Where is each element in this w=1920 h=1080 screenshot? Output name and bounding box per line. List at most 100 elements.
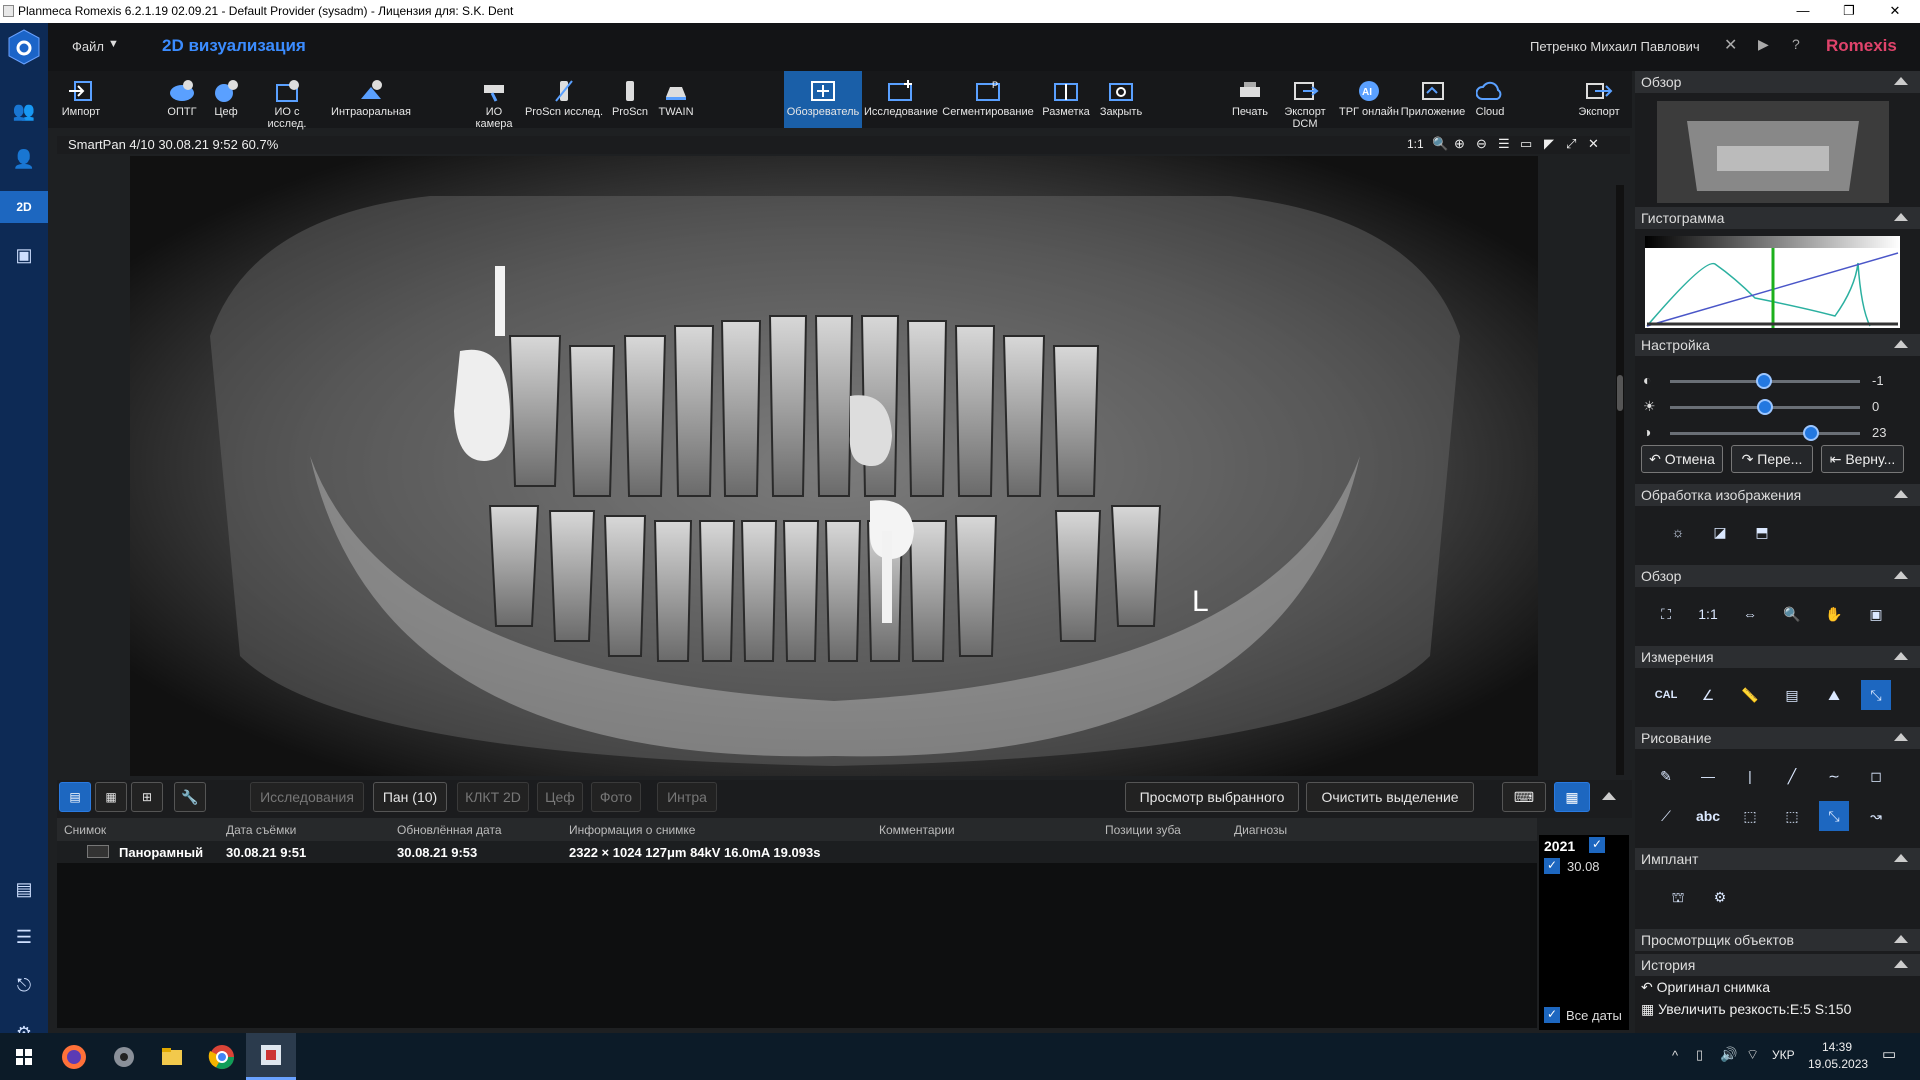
implant-header[interactable]: Имплант bbox=[1635, 848, 1920, 870]
zoom-out-icon[interactable]: ⊖ bbox=[1476, 136, 1487, 152]
panoramic-xray-image[interactable]: L bbox=[130, 156, 1538, 776]
history-header[interactable]: История bbox=[1635, 954, 1920, 976]
proscan-button[interactable]: ProScn bbox=[610, 71, 650, 128]
overview-thumbnail[interactable] bbox=[1657, 101, 1889, 203]
explorer-icon[interactable] bbox=[154, 1039, 190, 1075]
view-selected-button[interactable]: Просмотр выбранного bbox=[1125, 782, 1299, 812]
curve-icon[interactable]: ∼ bbox=[1819, 761, 1849, 791]
clock-time[interactable]: 14:39 bbox=[1822, 1040, 1852, 1054]
maximize-button[interactable]: ❐ bbox=[1826, 0, 1872, 23]
enhance-icon[interactable]: ☼ bbox=[1663, 517, 1693, 547]
density-icon[interactable]: ▤ bbox=[1777, 680, 1807, 710]
minimize-button[interactable]: — bbox=[1780, 0, 1826, 23]
keyboard-icon[interactable]: ⌨ bbox=[1502, 782, 1546, 812]
chevron-down-icon[interactable]: ▼ bbox=[108, 38, 119, 50]
2d-icon[interactable]: 2D bbox=[0, 191, 48, 223]
collapse-icon[interactable] bbox=[1894, 854, 1908, 862]
workflow-icon[interactable]: ▤ bbox=[8, 873, 40, 905]
all-dates-checkbox[interactable]: ✓ bbox=[1544, 1007, 1560, 1023]
tab-studies[interactable]: Исследования bbox=[250, 782, 364, 812]
close-window-button[interactable]: ✕ bbox=[1872, 0, 1918, 23]
file-menu[interactable]: Файл bbox=[72, 39, 104, 54]
pin-icon[interactable]: ◤ bbox=[1544, 136, 1554, 152]
histogram-chart[interactable] bbox=[1645, 236, 1900, 328]
screen-icon[interactable]: ▣ bbox=[1861, 599, 1891, 629]
history-item[interactable]: ↶ Оригинал снимка bbox=[1641, 979, 1770, 996]
close-image-button[interactable]: Закрыть bbox=[1096, 71, 1146, 128]
firefox-icon[interactable] bbox=[56, 1039, 92, 1075]
comment-icon[interactable]: ▭ bbox=[1520, 136, 1532, 152]
slider-knob[interactable] bbox=[1757, 399, 1773, 415]
viewer-scrollbar[interactable] bbox=[1616, 185, 1624, 775]
intraoral-study-button[interactable]: ИО с исслед. bbox=[254, 71, 320, 130]
profile-icon[interactable]: ⛰ bbox=[1819, 680, 1849, 710]
export-button[interactable]: Экспорт bbox=[1576, 71, 1622, 128]
zoom-in-icon[interactable]: ⊕ bbox=[1454, 136, 1465, 152]
filter-icon[interactable]: ◪ bbox=[1705, 517, 1735, 547]
grid-large-button[interactable]: ⊞ bbox=[131, 782, 163, 812]
table-row[interactable]: Панорамный 30.08.21 9:51 30.08.21 9:53 2… bbox=[57, 841, 1537, 863]
scale-1to1-button[interactable]: 1:1 bbox=[1407, 137, 1424, 151]
app-gear-icon[interactable] bbox=[106, 1039, 142, 1075]
close-viewer-icon[interactable]: ✕ bbox=[1588, 136, 1599, 152]
export-dcm-button[interactable]: Экспорт DCM bbox=[1274, 71, 1336, 130]
histogram-header[interactable]: Гистограмма bbox=[1635, 207, 1920, 229]
scrollbar-thumb[interactable] bbox=[1617, 375, 1623, 411]
col-updated-date[interactable]: Обновлённая дата bbox=[397, 823, 502, 837]
intraoral-button[interactable]: Интраоральная bbox=[328, 71, 414, 128]
calendar-icon[interactable]: ▦ bbox=[1554, 782, 1590, 812]
collapse-icon[interactable] bbox=[1894, 935, 1908, 943]
vertical-line-icon[interactable]: | bbox=[1735, 761, 1765, 791]
logout-close-icon[interactable]: ✕ bbox=[1724, 35, 1737, 55]
col-capture-date[interactable]: Дата съёмки bbox=[226, 823, 296, 837]
print-button[interactable]: Печать bbox=[1228, 71, 1272, 128]
collapse-arrow-icon[interactable] bbox=[1602, 792, 1616, 800]
romexis-taskbar-button[interactable] bbox=[246, 1033, 296, 1080]
select-active-icon[interactable]: ⤡ bbox=[1819, 801, 1849, 831]
processing-header[interactable]: Обработка изображения bbox=[1635, 484, 1920, 506]
slider-knob[interactable] bbox=[1803, 425, 1819, 441]
tab-ceph[interactable]: Цеф bbox=[537, 782, 583, 812]
collapse-icon[interactable] bbox=[1894, 490, 1908, 498]
network-icon[interactable]: ⌔ bbox=[1746, 1046, 1759, 1064]
measure-header[interactable]: Измерения bbox=[1635, 646, 1920, 668]
collapse-icon[interactable] bbox=[1894, 652, 1908, 660]
pen-icon[interactable]: ✎ bbox=[1651, 761, 1681, 791]
io-camera-button[interactable]: ИО камера bbox=[466, 71, 522, 130]
collapse-icon[interactable] bbox=[1894, 733, 1908, 741]
viewer-button[interactable]: Обозреватель bbox=[784, 71, 862, 128]
calibrate-icon[interactable]: CAL bbox=[1651, 680, 1681, 710]
select-move-icon[interactable]: ⬚ bbox=[1777, 801, 1807, 831]
language-indicator[interactable]: УКР bbox=[1772, 1048, 1795, 1062]
patients-icon[interactable]: 👥 bbox=[8, 95, 40, 127]
cloud-button[interactable]: Cloud bbox=[1468, 71, 1512, 128]
tooth-filter-icon[interactable]: ⬒ bbox=[1747, 517, 1777, 547]
fit-width-icon[interactable]: ⇔ bbox=[1735, 599, 1765, 629]
implant-icon[interactable]: ⛫ bbox=[1663, 882, 1693, 912]
trg-online-button[interactable]: AI ТРГ онлайн bbox=[1338, 71, 1400, 128]
tab-cbct[interactable]: КЛКТ 2D bbox=[457, 782, 529, 812]
application-button[interactable]: Приложение bbox=[1400, 71, 1466, 128]
notifications-icon[interactable]: ▭ bbox=[1882, 1045, 1896, 1063]
clock-date[interactable]: 19.05.2023 bbox=[1808, 1057, 1868, 1071]
col-tooth-positions[interactable]: Позиции зуба bbox=[1105, 823, 1181, 837]
col-diagnoses[interactable]: Диагнозы bbox=[1234, 823, 1287, 837]
brightness-slider[interactable] bbox=[1670, 399, 1860, 415]
tab-photo[interactable]: Фото bbox=[591, 782, 641, 812]
import-button[interactable]: Импорт bbox=[58, 71, 104, 128]
freehand-icon[interactable]: ↝ bbox=[1861, 801, 1891, 831]
patient-icon[interactable]: 👤 bbox=[8, 143, 40, 175]
tab-intra[interactable]: Интра bbox=[657, 782, 717, 812]
undo-button[interactable]: ↶ Отмена bbox=[1641, 445, 1723, 473]
list-icon[interactable]: ☰ bbox=[8, 921, 40, 953]
tab-pan[interactable]: Пан (10) bbox=[373, 782, 447, 812]
arrow-line-icon[interactable]: ╱ bbox=[1777, 761, 1807, 791]
draw-header[interactable]: Рисование bbox=[1635, 727, 1920, 749]
clear-selection-button[interactable]: Очистить выделение bbox=[1306, 782, 1474, 812]
gamma-slider[interactable] bbox=[1670, 425, 1860, 441]
fit-icon[interactable]: ⛶ bbox=[1651, 599, 1681, 629]
object-viewer-header[interactable]: Просмотрщик объектов bbox=[1635, 929, 1920, 951]
collapse-icon[interactable] bbox=[1894, 77, 1908, 85]
optg-button[interactable]: ОПТГ bbox=[162, 71, 202, 128]
hand-pan-icon[interactable]: ✋ bbox=[1819, 599, 1849, 629]
